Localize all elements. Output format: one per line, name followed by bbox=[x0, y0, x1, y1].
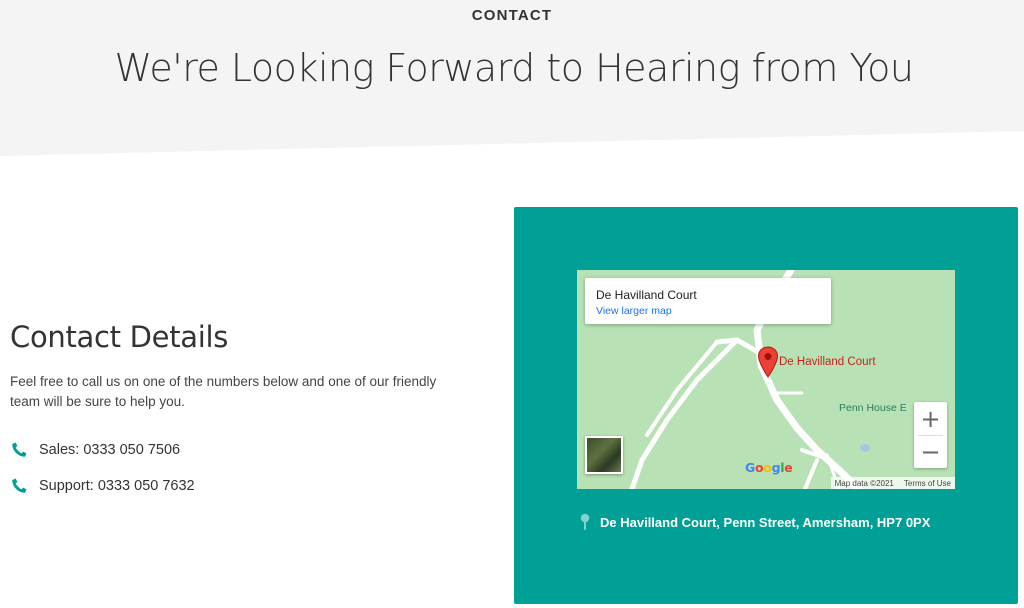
zoom-out-button[interactable]: − bbox=[914, 435, 947, 468]
view-larger-map-link[interactable]: View larger map bbox=[596, 305, 672, 317]
zoom-divider bbox=[918, 435, 943, 436]
zoom-in-button[interactable]: + bbox=[914, 402, 947, 435]
page-title: We're Looking Forward to Hearing from Yo… bbox=[114, 46, 914, 90]
sales-phone-text: Sales: 0333 050 7506 bbox=[39, 442, 181, 458]
satellite-toggle[interactable] bbox=[585, 436, 623, 474]
address-text: De Havilland Court, Penn Street, Amersha… bbox=[600, 514, 931, 530]
terms-of-use-link[interactable]: Terms of Use bbox=[904, 479, 951, 488]
map-attribution: Map data ©2021 Terms of Use bbox=[830, 477, 955, 489]
map-embed[interactable]: De Havilland Court View larger map De Ha… bbox=[577, 270, 955, 489]
support-phone-text: Support: 0333 050 7632 bbox=[39, 478, 195, 494]
map-pin-label: De Havilland Court bbox=[779, 356, 876, 368]
google-logo: Google bbox=[745, 460, 793, 475]
map-place-label: Penn House E bbox=[839, 402, 907, 414]
support-phone[interactable]: Support: 0333 050 7632 bbox=[10, 477, 195, 495]
contact-intro: Feel free to call us on one of the numbe… bbox=[10, 374, 437, 409]
phone-icon bbox=[12, 442, 27, 457]
map-card-title: De Havilland Court bbox=[596, 288, 697, 302]
map-panel: De Havilland Court View larger map De Ha… bbox=[514, 207, 1018, 604]
map-data-text: Map data ©2021 bbox=[834, 478, 894, 488]
sales-phone[interactable]: Sales: 0333 050 7506 bbox=[10, 441, 180, 459]
map-pin-icon bbox=[580, 513, 590, 530]
section-label: CONTACT bbox=[471, 7, 553, 24]
address: De Havilland Court, Penn Street, Amersha… bbox=[580, 513, 930, 531]
phone-icon bbox=[12, 478, 27, 493]
contact-heading: Contact Details bbox=[10, 320, 229, 354]
map-pin-icon[interactable] bbox=[757, 346, 779, 378]
zoom-controls: + − bbox=[914, 402, 947, 468]
map-info-card: De Havilland Court View larger map bbox=[585, 278, 831, 324]
